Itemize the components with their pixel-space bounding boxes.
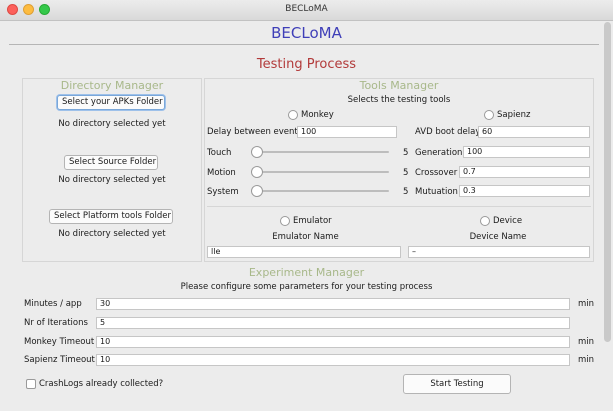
- start-testing-button[interactable]: Start Testing: [403, 374, 511, 394]
- emulator-name-label: Emulator Name: [272, 232, 339, 242]
- sapienz-radio[interactable]: [484, 110, 494, 120]
- iterations-label: Nr of Iterations: [24, 318, 88, 328]
- header-divider: [9, 44, 599, 45]
- iterations-field[interactable]: 5: [96, 317, 570, 329]
- delay-between-events-field[interactable]: 100: [297, 126, 397, 138]
- crashlogs-checkbox[interactable]: [26, 379, 36, 389]
- experiment-manager-title: Experiment Manager: [248, 266, 365, 279]
- avd-boot-delay-field[interactable]: 60: [478, 126, 590, 138]
- mutation-field[interactable]: 0.3: [459, 185, 590, 197]
- crossover-label: Crossover: [415, 168, 458, 178]
- crashlogs-label: CrashLogs already collected?: [39, 379, 164, 389]
- delay-between-events-label: Delay between events: [207, 127, 303, 137]
- touch-value: 5: [403, 148, 409, 158]
- touch-slider[interactable]: [251, 146, 263, 158]
- app-title: BECLoMA: [271, 24, 342, 42]
- avd-boot-delay-label: AVD boot delay: [415, 127, 481, 137]
- mutation-label: Mutuation: [415, 187, 458, 197]
- apks-folder-status: No directory selected yet: [58, 119, 166, 129]
- experiment-manager-subtitle: Please configure some parameters for you…: [180, 282, 433, 292]
- device-name-label: Device Name: [469, 232, 527, 242]
- generation-label: Generation: [415, 148, 463, 158]
- motion-slider[interactable]: [251, 166, 263, 178]
- platform-tools-folder-status: No directory selected yet: [58, 229, 166, 239]
- system-slider-track: [251, 190, 389, 192]
- device-name-field[interactable]: –: [408, 246, 590, 258]
- window-title: BECLoMA: [285, 4, 328, 14]
- monkey-label: Monkey: [301, 110, 334, 120]
- sapienz-timeout-label: Sapienz Timeout: [24, 355, 95, 365]
- monkey-timeout-field[interactable]: 10: [96, 336, 570, 348]
- window-titlebar: BECLoMA: [0, 0, 613, 21]
- select-source-folder-button[interactable]: Select Source Folder: [64, 155, 158, 170]
- motion-label: Motion: [207, 168, 236, 178]
- minutes-unit: min: [578, 299, 595, 309]
- system-value: 5: [403, 187, 409, 197]
- directory-manager-title: Directory Manager: [60, 79, 164, 92]
- generation-field[interactable]: 100: [463, 146, 590, 158]
- tools-manager-title: Tools Manager: [359, 79, 439, 92]
- system-label: System: [207, 187, 239, 197]
- emulator-label: Emulator: [293, 216, 332, 226]
- select-platform-tools-folder-button[interactable]: Select Platform tools Folder: [49, 209, 173, 224]
- tools-manager-subtitle: Selects the testing tools: [347, 95, 451, 105]
- touch-label: Touch: [207, 148, 232, 158]
- device-label: Device: [493, 216, 523, 226]
- tools-divider: [207, 206, 591, 207]
- sapienz-timeout-unit: min: [578, 355, 595, 365]
- monkey-timeout-unit: min: [578, 337, 595, 347]
- section-title: Testing Process: [256, 57, 357, 72]
- select-apks-folder-button[interactable]: Select your APKs Folder: [57, 95, 165, 110]
- sapienz-label: Sapienz: [497, 110, 531, 120]
- monkey-radio[interactable]: [288, 110, 298, 120]
- monkey-timeout-label: Monkey Timeout: [24, 337, 95, 347]
- sapienz-timeout-field[interactable]: 10: [96, 354, 570, 366]
- emulator-name-field[interactable]: lle: [207, 246, 401, 258]
- device-radio[interactable]: [480, 216, 490, 226]
- motion-slider-track: [251, 171, 389, 173]
- crossover-field[interactable]: 0.7: [459, 166, 590, 178]
- system-slider[interactable]: [251, 185, 263, 197]
- touch-slider-track: [251, 151, 389, 153]
- minutes-per-app-field[interactable]: 30: [96, 298, 570, 310]
- minutes-per-app-label: Minutes / app: [24, 299, 82, 309]
- emulator-radio[interactable]: [280, 216, 290, 226]
- source-folder-status: No directory selected yet: [58, 175, 166, 185]
- motion-value: 5: [403, 168, 409, 178]
